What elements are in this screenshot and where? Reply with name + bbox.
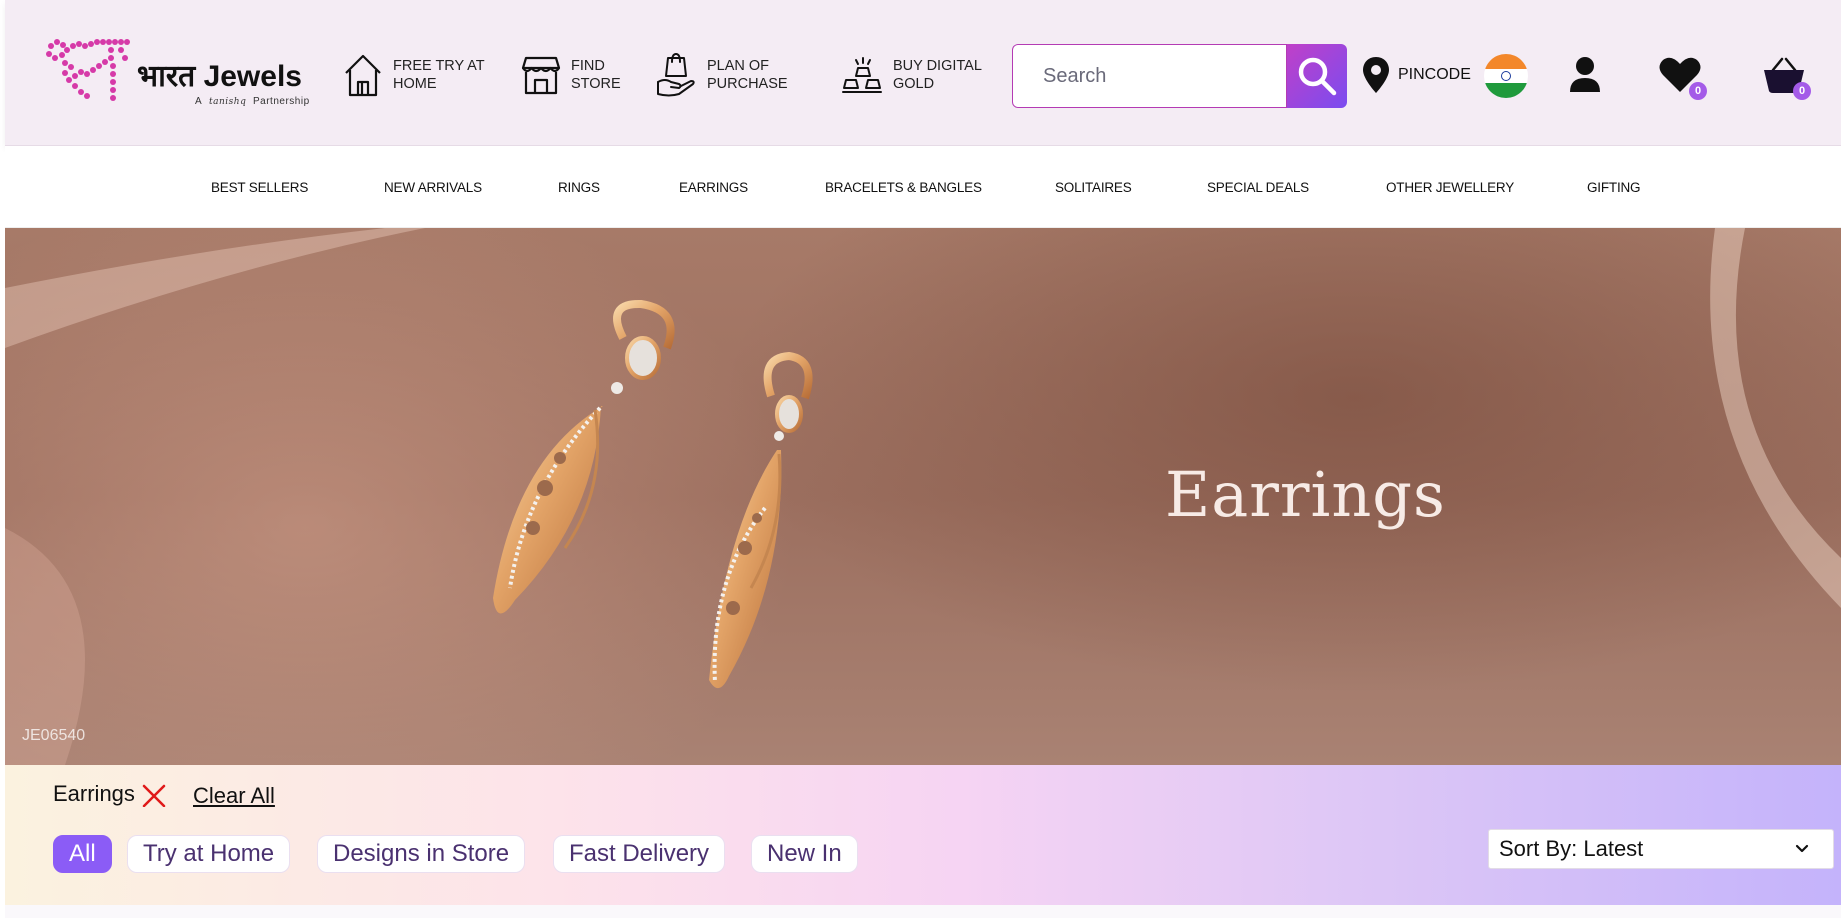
- cart-count-badge: 0: [1793, 82, 1811, 100]
- user-icon: [1570, 57, 1600, 92]
- nav-item-new-arrivals[interactable]: NEW ARRIVALS: [384, 180, 482, 195]
- util-find-store[interactable]: FIND STORE: [521, 50, 641, 100]
- brand-logo-mark: [46, 39, 130, 101]
- brand-name: भारत Jewels: [137, 60, 302, 93]
- util-plan-of-purchase[interactable]: PLAN OF PURCHASE: [655, 50, 817, 100]
- hero-banner: Earrings JE06540: [5, 228, 1841, 765]
- nav-item-special-deals[interactable]: SPECIAL DEALS: [1207, 180, 1309, 195]
- house-icon: [345, 54, 381, 97]
- svg-text:tanishq: tanishq: [209, 97, 246, 106]
- search-button[interactable]: [1287, 44, 1347, 108]
- earrings-product-image: [5, 228, 1841, 765]
- search-input[interactable]: [1012, 44, 1287, 108]
- util-label: PLAN OF PURCHASE: [707, 58, 788, 92]
- brand-logo[interactable]: भारत Jewels A tanishq Partnership: [45, 36, 335, 112]
- brand-tagline: A tanishq Partnership: [195, 94, 315, 109]
- filter-chip-try-at-home[interactable]: Try at Home: [127, 835, 291, 873]
- clear-all-link[interactable]: Clear All: [193, 783, 275, 809]
- svg-text:Partnership: Partnership: [253, 96, 310, 106]
- nav-item-bracelets-bangles[interactable]: BRACELETS & BANGLES: [825, 180, 982, 195]
- product-code: JE06540: [22, 727, 86, 744]
- pincode-label: PINCODE: [1398, 66, 1471, 83]
- filter-chip-new-in[interactable]: New In: [751, 835, 858, 873]
- nav-item-other-jewellery[interactable]: OTHER JEWELLERY: [1386, 180, 1514, 195]
- applied-filter: Earrings: [53, 781, 167, 807]
- sort-dropdown[interactable]: Sort By: Latest: [1488, 829, 1834, 869]
- nav-item-best-sellers[interactable]: BEST SELLERS: [211, 180, 308, 195]
- util-free-try-at-home[interactable]: FREE TRY AT HOME: [343, 50, 503, 100]
- svg-text:A: A: [195, 96, 202, 106]
- hand-bag-icon: [657, 53, 695, 97]
- search-icon: [1298, 57, 1337, 96]
- util-label: FREE TRY AT HOME: [393, 58, 485, 92]
- search-bar: [1012, 44, 1347, 108]
- india-flag-icon[interactable]: [1484, 54, 1528, 98]
- close-icon[interactable]: [141, 781, 167, 807]
- util-label: BUY DIGITAL GOLD: [893, 58, 982, 92]
- pincode-selector[interactable]: PINCODE: [1362, 56, 1471, 94]
- filter-chip-all[interactable]: All: [53, 835, 112, 873]
- nav-item-solitaires[interactable]: SOLITAIRES: [1055, 180, 1132, 195]
- account-button[interactable]: [1569, 56, 1601, 94]
- filter-chip-designs-in-store[interactable]: Designs in Store: [317, 835, 526, 873]
- chevron-down-icon: [1795, 844, 1809, 853]
- category-nav: BEST SELLERS NEW ARRIVALS RINGS EARRINGS…: [5, 146, 1841, 228]
- wishlist-count-badge: 0: [1689, 82, 1707, 100]
- nav-item-gifting[interactable]: GIFTING: [1587, 180, 1641, 195]
- wishlist-button[interactable]: 0: [1659, 56, 1707, 100]
- sort-label: Sort By: Latest: [1499, 836, 1644, 861]
- filter-chip-fast-delivery[interactable]: Fast Delivery: [553, 835, 726, 873]
- banner-title: Earrings: [1165, 458, 1446, 531]
- page: भारत Jewels A tanishq Partnership FREE T…: [0, 0, 1841, 918]
- nav-item-earrings[interactable]: EARRINGS: [679, 180, 748, 195]
- cart-button[interactable]: 0: [1763, 56, 1811, 100]
- site-header: भारत Jewels A tanishq Partnership FREE T…: [5, 0, 1841, 146]
- store-icon: [521, 56, 561, 95]
- content-divider: [5, 905, 1841, 918]
- location-pin-icon: [1363, 57, 1389, 93]
- util-buy-digital-gold[interactable]: BUY DIGITAL GOLD: [841, 50, 1003, 100]
- nav-item-rings[interactable]: RINGS: [558, 180, 600, 195]
- filter-bar: Earrings Clear All All Try at Home Desig…: [5, 765, 1841, 905]
- util-label: FIND STORE: [571, 58, 621, 92]
- applied-filter-label: Earrings: [53, 781, 135, 806]
- tanishq-wordmark-logo: A tanishq Partnership: [195, 96, 310, 107]
- gold-bars-icon: [842, 57, 882, 93]
